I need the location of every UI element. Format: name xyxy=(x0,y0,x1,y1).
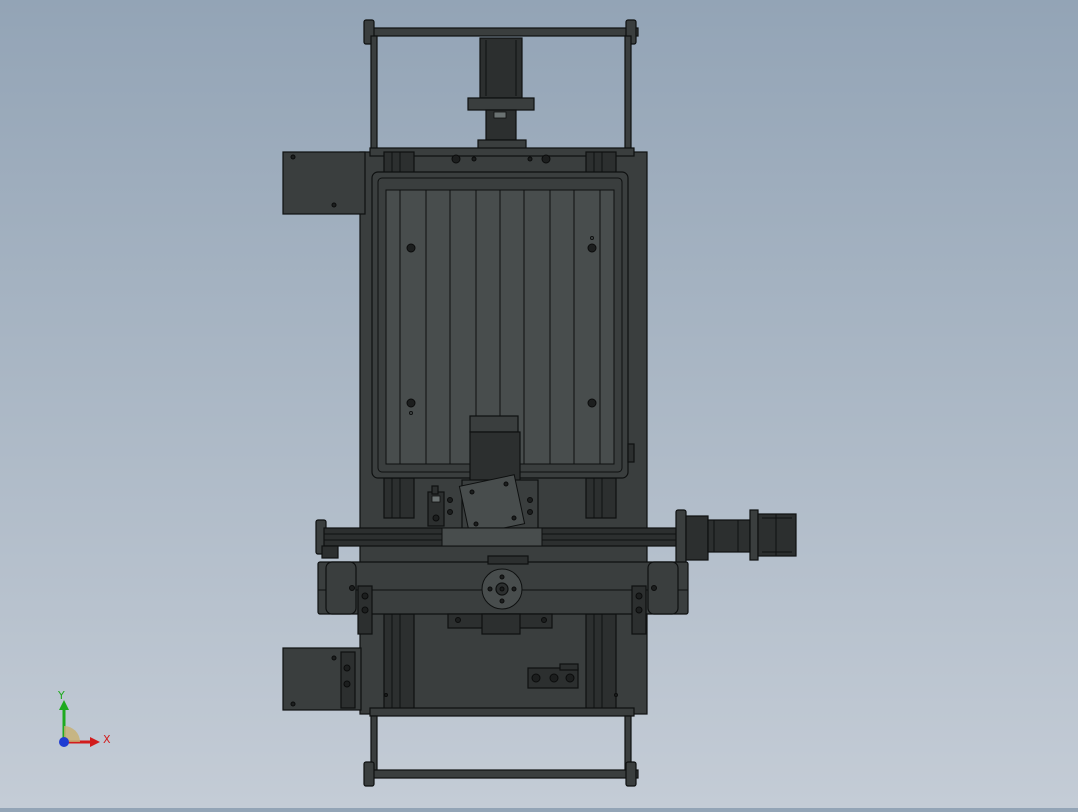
bracket-top-left xyxy=(282,151,366,215)
x-axis-arrowhead xyxy=(90,737,100,747)
x-axis-label: X xyxy=(103,733,111,746)
flange-disc xyxy=(481,568,523,610)
y-axis-motor xyxy=(467,37,535,153)
cad-viewport[interactable]: .b { fill:#3a3e3e; stroke:#0e1010; strok… xyxy=(0,0,1078,808)
x-axis-motor xyxy=(685,509,797,561)
y-axis-label: Y xyxy=(58,689,65,702)
bottom-frame xyxy=(363,707,639,787)
z-axis-dot xyxy=(59,737,69,747)
xy-stage-model[interactable]: .b { fill:#3a3e3e; stroke:#0e1010; strok… xyxy=(0,0,1078,808)
limit-switch-block xyxy=(427,485,445,527)
bracket-bottom-left xyxy=(282,647,362,711)
